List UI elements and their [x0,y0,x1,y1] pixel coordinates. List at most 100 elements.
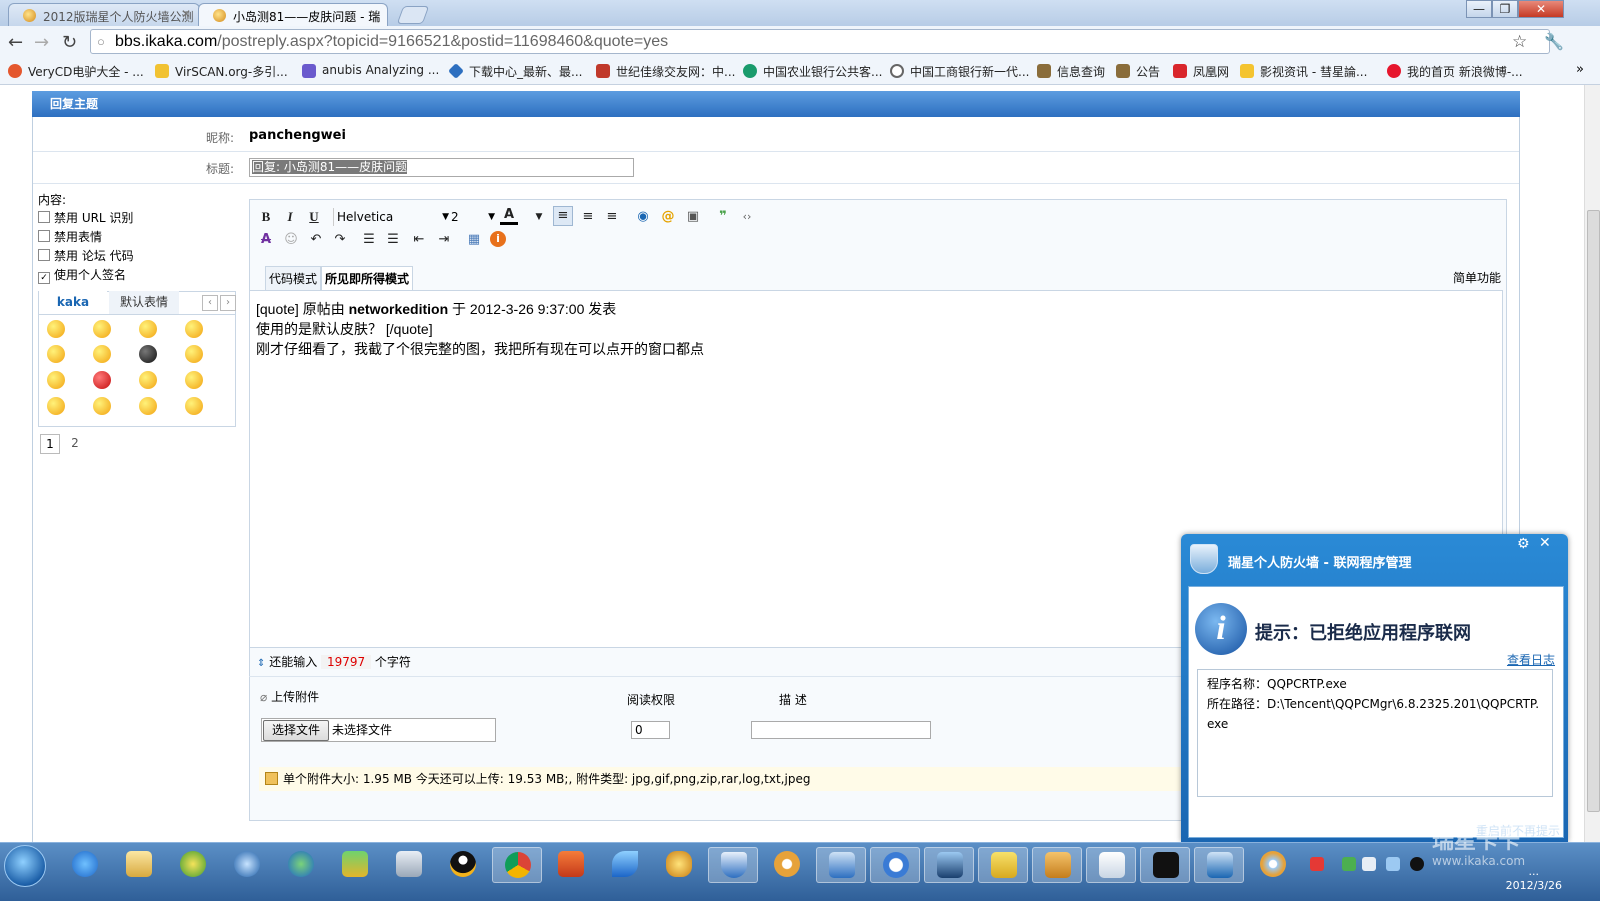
bookmark-comet[interactable]: 影视资讯 - 彗星論... [1240,63,1367,80]
option-use-signature[interactable]: ✓ 使用个人签名 [38,266,126,284]
taskbar-app-blue[interactable] [1194,847,1244,883]
taskbar-app-blue-orb[interactable] [222,847,272,883]
emoji-surprised-icon[interactable] [185,320,203,338]
unordered-list-icon[interactable]: ☰ [384,231,402,249]
tab-code-mode[interactable]: 代码模式 [265,266,322,291]
chevron-down-icon[interactable]: ▼ [530,208,548,226]
close-tab-icon[interactable]: ✕ [369,7,379,21]
size-select[interactable]: 2 ▼ [451,208,495,226]
choose-file-button[interactable]: 选择文件 [263,720,329,741]
emoji-kiss-icon[interactable] [185,397,203,415]
restore-button[interactable]: ❐ [1492,0,1518,18]
tab-wysiwyg-mode[interactable]: 所见即所得模式 [321,266,414,291]
subject-input[interactable]: 回复: 小岛测81——皮肤问题 [249,158,634,177]
bookmark-download-center[interactable]: 下载中心_最新、最... [448,63,582,80]
bookmark-virscan[interactable]: VirSCAN.org-多引... [155,63,288,80]
checkbox[interactable] [38,211,50,223]
align-center-icon[interactable]: ≡ [579,208,597,226]
bookmark-weibo[interactable]: 我的首页 新浪微博-... [1387,63,1523,80]
emoji-cheeky-icon[interactable] [185,371,203,389]
emoji-prev-icon[interactable]: ‹ [202,295,218,311]
outdent-icon[interactable]: ⇤ [410,231,428,249]
forward-icon[interactable]: → [34,32,49,53]
taskbar-app-window[interactable] [816,847,866,883]
taskbar-app-orange[interactable] [546,847,596,883]
bookmark-info-query[interactable]: 信息查询 [1037,63,1105,80]
permission-input[interactable]: 0 [631,721,670,739]
email-icon[interactable]: @ [659,208,677,226]
bold-icon[interactable]: B [257,208,275,226]
more-bookmarks-button[interactable]: » [1576,62,1584,77]
scrollbar-thumb[interactable] [1587,210,1600,812]
taskbar-terminal[interactable] [1140,847,1190,883]
font-select[interactable]: Helvetica ▼ [333,208,449,226]
emoji-laugh-icon[interactable] [47,345,65,363]
shield-tray-icon[interactable] [1386,857,1400,871]
settings-gear-icon[interactable]: ⚙ [1517,536,1530,552]
taskbar-explorer[interactable] [114,847,164,883]
close-window-button[interactable]: ✕ [1518,0,1564,18]
taskbar-security[interactable] [330,847,380,883]
taskbar-checklist[interactable] [978,847,1028,883]
indent-icon[interactable]: ⇥ [435,231,453,249]
bookmark-anubis[interactable]: anubis Analyzing ... [302,63,439,78]
emoji-cry-icon[interactable] [47,397,65,415]
resize-icon[interactable]: ⇕ [257,658,265,669]
emoji-shy-icon[interactable] [93,345,111,363]
undo-icon[interactable]: ↶ [307,231,325,249]
emoji-smile-icon[interactable] [47,320,65,338]
font-color-icon[interactable]: A [500,206,518,225]
address-bar[interactable]: ○ bbs.ikaka.com/postreply.aspx?topicid=9… [90,29,1550,54]
emoji-sad-icon[interactable] [93,397,111,415]
wrench-icon[interactable]: 🔧 [1544,32,1564,51]
bookmark-abc-bank[interactable]: 中国农业银行公共客... [743,63,882,80]
taskbar-rising-firewall[interactable] [708,847,758,883]
bookmark-jiayuan[interactable]: 世纪佳缘交友网：中... [596,63,735,80]
option-disable-bbcode[interactable]: 禁用 论坛 代码 [38,247,134,264]
emoji-wink-icon[interactable] [47,371,65,389]
emoji-love-icon[interactable] [139,397,157,415]
bookmark-verycd[interactable]: VeryCD电驴大全 - ... [8,63,144,80]
page-scrollbar[interactable] [1584,85,1600,860]
view-log-link[interactable]: 查看日志 [1507,651,1555,668]
align-left-icon[interactable]: ≡ [553,206,573,226]
italic-icon[interactable]: I [281,208,299,226]
taskbar-app-lion[interactable] [654,847,704,883]
reload-icon[interactable]: ↻ [62,32,77,53]
taskbar-app-bird[interactable] [600,847,650,883]
emoji-next-icon[interactable]: › [220,295,236,311]
align-right-icon[interactable]: ≡ [603,208,621,226]
emoji-tab-kaka[interactable]: kaka [39,291,107,316]
windows-start-icon[interactable] [4,845,46,887]
taskbar-archive[interactable] [1032,847,1082,883]
taskbar-settings[interactable] [762,847,812,883]
bookmark-star-icon[interactable]: ☆ [1512,32,1527,52]
redo-icon[interactable]: ↷ [331,231,349,249]
simple-mode-link[interactable]: 简单功能 [1453,269,1501,286]
emoji-dark-icon[interactable] [139,345,157,363]
option-disable-url[interactable]: 禁用 URL 识别 [38,209,133,226]
taskbar-qq[interactable] [438,847,488,883]
image-icon[interactable]: ▣ [684,208,702,226]
checkbox[interactable] [38,230,50,242]
option-disable-smilies[interactable]: 禁用表情 [38,228,102,245]
emoji-angry-icon[interactable] [93,320,111,338]
bookmark-icbc[interactable]: 中国工商银行新一代... [890,63,1029,80]
taskbar-notepad[interactable] [1086,847,1136,883]
monitor-icon[interactable] [1362,857,1376,871]
taskbar-app-green[interactable] [168,847,218,883]
taskbar-calculator[interactable] [384,847,434,883]
taskbar-image-viewer[interactable] [924,847,974,883]
taskbar-paint[interactable] [1248,847,1298,883]
qq-tray-icon[interactable] [1410,857,1424,871]
network-arrow-icon[interactable] [1342,857,1356,871]
code-icon[interactable]: ‹› [738,208,756,226]
ordered-list-icon[interactable]: ☰ [360,231,378,249]
close-tab-icon[interactable]: ✕ [181,7,191,21]
taskbar-speedometer[interactable] [870,847,920,883]
bookmark-notice[interactable]: 公告 [1116,63,1160,80]
underline-icon[interactable]: U [305,208,323,226]
remove-format-icon[interactable]: A [257,231,275,249]
taskbar-network[interactable] [276,847,326,883]
emoji-page-2[interactable]: 2 [66,434,84,452]
